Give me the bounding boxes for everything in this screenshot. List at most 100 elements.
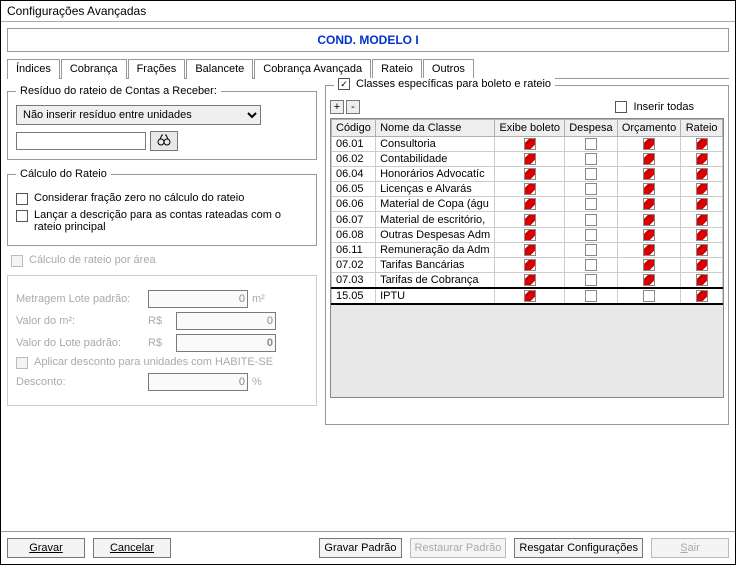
- grid-checkbox-icon[interactable]: [524, 290, 536, 302]
- table-row[interactable]: 06.05Licenças e Alvarás: [332, 182, 723, 197]
- table-row[interactable]: 15.05IPTU: [332, 288, 723, 304]
- calculo-area-label: Cálculo de rateio por área: [29, 254, 156, 266]
- grid-checkbox-icon[interactable]: [643, 274, 655, 286]
- considerar-fracao-checkbox[interactable]: Considerar fração zero no cálculo do rat…: [16, 192, 308, 205]
- checkbox-icon: [16, 357, 28, 369]
- window: Configurações Avançadas COND. MODELO I Í…: [0, 0, 736, 565]
- grid-checkbox-icon[interactable]: [585, 214, 597, 226]
- inserir-todas-checkbox[interactable]: Inserir todas: [615, 101, 694, 113]
- column-header[interactable]: Exibe boleto: [495, 120, 565, 137]
- table-row[interactable]: 06.04Honorários Advocatíc: [332, 167, 723, 182]
- metragem-lote-input: [148, 290, 248, 308]
- residuo-fieldset: Resíduo do rateio de Contas a Receber: N…: [7, 85, 317, 160]
- table-row[interactable]: 06.01Consultoria: [332, 137, 723, 152]
- tab-balancete[interactable]: Balancete: [186, 59, 253, 79]
- binoculars-button[interactable]: [150, 131, 178, 151]
- grid-checkbox-icon[interactable]: [585, 259, 597, 271]
- residuo-select[interactable]: Não inserir resíduo entre unidades: [16, 105, 261, 125]
- column-header[interactable]: Orçamento: [617, 120, 680, 137]
- grid-checkbox-icon[interactable]: [643, 244, 655, 256]
- grid-checkbox-icon[interactable]: [585, 244, 597, 256]
- grid-checkbox-icon[interactable]: [643, 229, 655, 241]
- grid-checkbox-icon[interactable]: [524, 214, 536, 226]
- grid-checkbox-icon[interactable]: [696, 183, 708, 195]
- grid-checkbox-icon[interactable]: [696, 229, 708, 241]
- cancelar-button[interactable]: Cancelar: [93, 538, 171, 558]
- grid-checkbox-icon[interactable]: [643, 183, 655, 195]
- table-row[interactable]: 06.02Contabilidade: [332, 152, 723, 167]
- classes-legend: Classes específicas para boleto e rateio: [356, 78, 551, 90]
- grid-checkbox-icon[interactable]: [585, 274, 597, 286]
- table-row[interactable]: 07.02Tarifas Bancárias: [332, 257, 723, 272]
- tab-outros[interactable]: Outros: [423, 59, 474, 79]
- classes-enable-checkbox[interactable]: [338, 78, 350, 90]
- grid-checkbox-icon[interactable]: [585, 138, 597, 150]
- grid-checkbox-icon[interactable]: [643, 214, 655, 226]
- considerar-fracao-label: Considerar fração zero no cálculo do rat…: [34, 192, 244, 204]
- grid-checkbox-icon[interactable]: [585, 229, 597, 241]
- add-class-button[interactable]: +: [330, 100, 344, 114]
- tab--ndices[interactable]: Índices: [7, 59, 60, 79]
- grid-checkbox-icon[interactable]: [696, 168, 708, 180]
- gravar-button[interactable]: Gravar: [7, 538, 85, 558]
- residuo-search-input[interactable]: [16, 132, 146, 150]
- table-row[interactable]: 06.07Material de escritório,: [332, 212, 723, 227]
- left-panel: Resíduo do rateio de Contas a Receber: N…: [7, 85, 317, 425]
- grid-checkbox-icon[interactable]: [696, 198, 708, 210]
- valor-m2-input: [176, 312, 276, 330]
- tab-fra-es[interactable]: Frações: [128, 59, 186, 79]
- grid-checkbox-icon[interactable]: [524, 229, 536, 241]
- calculo-area-checkbox: Cálculo de rateio por área: [11, 254, 313, 267]
- grid-checkbox-icon[interactable]: [643, 153, 655, 165]
- grid-checkbox-icon[interactable]: [524, 168, 536, 180]
- classes-fieldset: Classes específicas para boleto e rateio…: [325, 85, 729, 425]
- grid-checkbox-icon[interactable]: [643, 198, 655, 210]
- tab-rateio[interactable]: Rateio: [372, 59, 422, 79]
- gravar-padrao-button[interactable]: Gravar Padrão: [319, 538, 401, 558]
- resgatar-button[interactable]: Resgatar Configurações: [514, 538, 643, 558]
- grid-checkbox-icon[interactable]: [643, 168, 655, 180]
- grid-checkbox-icon[interactable]: [524, 244, 536, 256]
- grid-checkbox-icon[interactable]: [524, 138, 536, 150]
- column-header[interactable]: Rateio: [681, 120, 723, 137]
- valor-m2-label: Valor do m²:: [16, 315, 144, 327]
- table-row[interactable]: 06.11Remuneração da Adm: [332, 242, 723, 257]
- grid-checkbox-icon[interactable]: [585, 153, 597, 165]
- table-row[interactable]: 07.03Tarifas de Cobrança: [332, 272, 723, 288]
- grid-checkbox-icon[interactable]: [696, 153, 708, 165]
- column-header[interactable]: Código: [332, 120, 376, 137]
- header-title: COND. MODELO I: [7, 28, 729, 52]
- grid-checkbox-icon[interactable]: [585, 168, 597, 180]
- tab-cobran-a[interactable]: Cobrança: [61, 59, 127, 79]
- grid-checkbox-icon[interactable]: [643, 138, 655, 150]
- grid-checkbox-icon[interactable]: [585, 198, 597, 210]
- grid-checkbox-icon[interactable]: [696, 259, 708, 271]
- table-row[interactable]: 06.06Material de Copa (águ: [332, 197, 723, 212]
- grid-checkbox-icon[interactable]: [524, 198, 536, 210]
- remove-class-button[interactable]: -: [346, 100, 360, 114]
- calculo-legend: Cálculo do Rateio: [16, 168, 111, 180]
- grid-checkbox-icon[interactable]: [524, 183, 536, 195]
- grid-checkbox-icon[interactable]: [696, 214, 708, 226]
- habite-checkbox: Aplicar desconto para unidades com HABIT…: [16, 356, 308, 369]
- grid-checkbox-icon[interactable]: [696, 274, 708, 286]
- column-header[interactable]: Nome da Classe: [376, 120, 495, 137]
- grid-checkbox-icon[interactable]: [696, 290, 708, 302]
- lancar-descricao-checkbox[interactable]: Lançar a descrição para as contas ratead…: [16, 209, 308, 233]
- grid-checkbox-icon[interactable]: [524, 153, 536, 165]
- column-header[interactable]: Despesa: [565, 120, 618, 137]
- desconto-label: Desconto:: [16, 376, 144, 388]
- grid-checkbox-icon[interactable]: [524, 259, 536, 271]
- tab-cobran-a-avan-ada[interactable]: Cobrança Avançada: [254, 59, 371, 79]
- classes-grid[interactable]: CódigoNome da ClasseExibe boletoDespesaO…: [330, 118, 724, 398]
- grid-checkbox-icon[interactable]: [585, 183, 597, 195]
- checkbox-icon: [615, 101, 627, 113]
- grid-checkbox-icon[interactable]: [524, 274, 536, 286]
- grid-checkbox-icon[interactable]: [643, 290, 655, 302]
- grid-checkbox-icon[interactable]: [696, 244, 708, 256]
- grid-checkbox-icon[interactable]: [585, 290, 597, 302]
- table-row[interactable]: 06.08Outras Despesas Adm: [332, 227, 723, 242]
- grid-checkbox-icon[interactable]: [696, 138, 708, 150]
- grid-checkbox-icon[interactable]: [643, 259, 655, 271]
- right-panel: Classes específicas para boleto e rateio…: [325, 85, 729, 425]
